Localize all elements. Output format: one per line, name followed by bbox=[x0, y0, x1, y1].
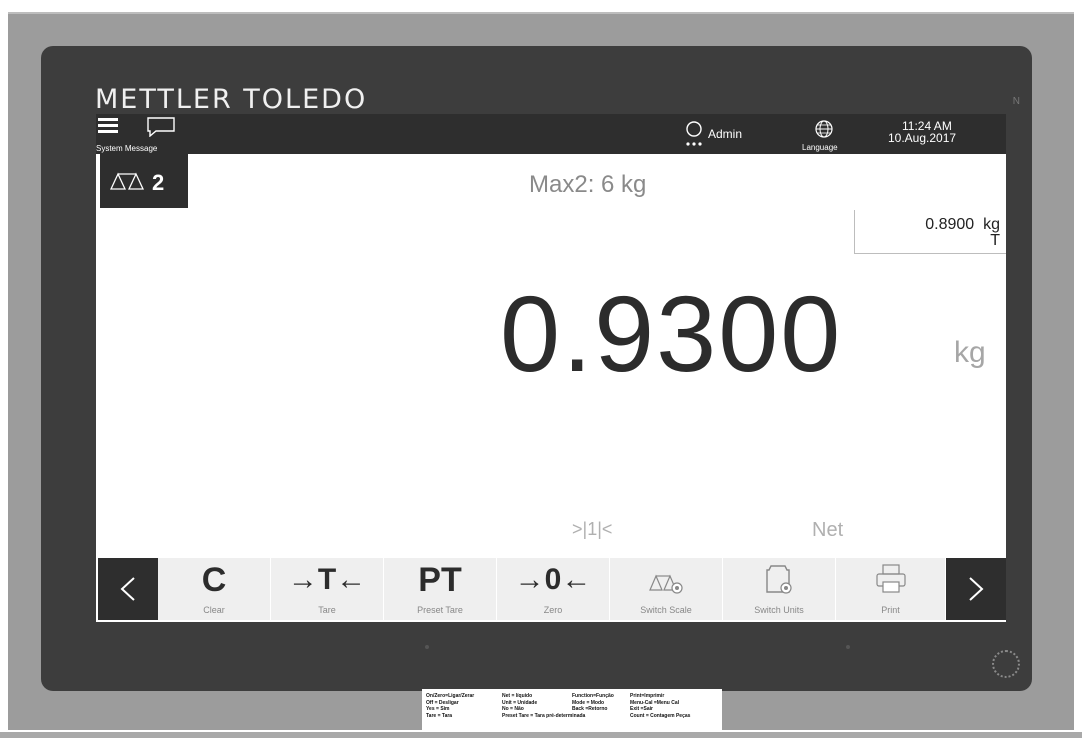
max-capacity: Max2: 6 kg bbox=[529, 171, 647, 198]
user-name[interactable]: Admin bbox=[708, 127, 742, 141]
clear-label: Clear bbox=[203, 605, 225, 615]
touch-screen: System Message Admin Language 11:24 AM 1… bbox=[96, 114, 1006, 622]
weight-unit: kg bbox=[954, 336, 986, 369]
scale-icon bbox=[110, 172, 145, 190]
preset-tare-label: Preset Tare bbox=[417, 605, 463, 615]
led-indicator bbox=[846, 645, 850, 649]
user-icon[interactable] bbox=[682, 120, 706, 148]
switch-scale-label: Switch Scale bbox=[640, 605, 692, 615]
preset-tare-symbol: PT bbox=[418, 561, 462, 599]
legend-column-4: Print=Imprimir Menu-Cal =Menu Cal Exit =… bbox=[630, 693, 690, 719]
preset-tare-button[interactable]: PT Preset Tare bbox=[384, 558, 497, 620]
tare-label: Tare bbox=[318, 605, 336, 615]
legend-column-3: Function=Função Mode = Modo Back =Retorn… bbox=[572, 693, 614, 719]
switch-scale-button[interactable]: Switch Scale bbox=[610, 558, 723, 620]
chevron-left-icon bbox=[120, 577, 135, 601]
legend-entry bbox=[572, 713, 614, 720]
chevron-right-icon bbox=[969, 577, 984, 601]
net-indicator: Net bbox=[812, 519, 844, 541]
led-indicator bbox=[425, 645, 429, 649]
legend-entry: Count = Contagem Peças bbox=[630, 712, 691, 719]
legend-entry: Function=Função bbox=[572, 693, 614, 699]
printer-icon bbox=[875, 564, 906, 593]
model-tag: N bbox=[1012, 96, 1020, 107]
system-message-label: System Message bbox=[96, 144, 158, 153]
weight-display: 0.9300 bbox=[500, 273, 843, 394]
zero-button[interactable]: →0← Zero bbox=[497, 558, 610, 620]
menu-icon[interactable] bbox=[98, 118, 118, 134]
softkey-bar: C Clear →T← Tare PT Preset Tare →0← Zero… bbox=[96, 558, 1006, 620]
language-label[interactable]: Language bbox=[802, 143, 838, 152]
print-button[interactable]: Print bbox=[836, 558, 946, 620]
clock: 11:24 AM 10.Aug.2017 bbox=[888, 120, 956, 144]
message-icon[interactable] bbox=[146, 117, 176, 137]
switch-units-label: Switch Units bbox=[754, 605, 804, 615]
tare-indicator: T bbox=[990, 232, 1000, 249]
zero-symbol: →0← bbox=[514, 563, 592, 596]
zero-label: Zero bbox=[543, 605, 563, 615]
translation-label-sticker: On/Zero=Ligar/Zerar Off = Desligar Yes =… bbox=[422, 689, 722, 733]
scale-number: 2 bbox=[152, 170, 165, 195]
switch-units-icon bbox=[766, 565, 792, 594]
sensor-icon bbox=[992, 650, 1020, 678]
tare-symbol: →T← bbox=[287, 563, 367, 596]
next-page-button[interactable] bbox=[946, 558, 1006, 620]
date-text: 10.Aug.2017 bbox=[888, 131, 957, 145]
clear-button[interactable]: C Clear bbox=[158, 558, 271, 620]
legend-column-1: On/Zero=Ligar/Zerar Off = Desligar Yes =… bbox=[426, 693, 474, 719]
legend-entry: On/Zero=Ligar/Zerar bbox=[426, 693, 475, 699]
brand-logo: METTLER TOLEDO bbox=[95, 84, 368, 115]
tare-value: 0.8900 kg bbox=[925, 216, 1000, 233]
tare-display: 0.8900 kg T bbox=[854, 210, 1006, 254]
switch-units-button[interactable]: Switch Units bbox=[723, 558, 836, 620]
top-bar: System Message Admin Language 11:24 AM 1… bbox=[96, 114, 1006, 154]
switch-scale-icon bbox=[649, 574, 683, 594]
clear-symbol: C bbox=[201, 561, 227, 599]
scale-selector[interactable]: 2 bbox=[100, 154, 188, 208]
tare-button[interactable]: →T← Tare bbox=[271, 558, 384, 620]
globe-icon[interactable] bbox=[814, 119, 834, 139]
prev-page-button[interactable] bbox=[98, 558, 158, 620]
housing-base bbox=[0, 732, 1082, 738]
center-of-zero-indicator: >|1|< bbox=[572, 519, 613, 539]
print-label: Print bbox=[881, 605, 900, 615]
legend-entry: Tare = Tara bbox=[426, 712, 453, 719]
